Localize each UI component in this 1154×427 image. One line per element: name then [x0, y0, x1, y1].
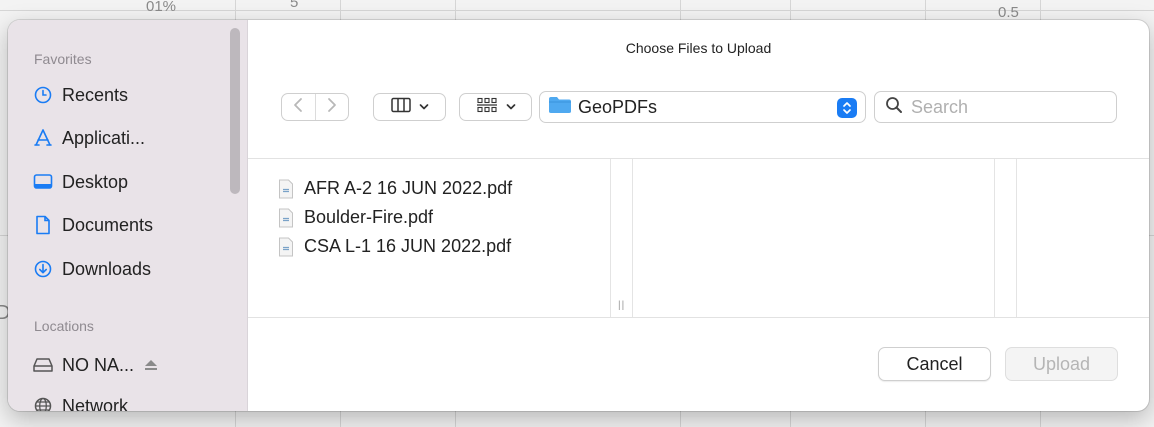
pdf-file-icon: [278, 179, 294, 199]
document-icon: [32, 214, 54, 236]
search-field[interactable]: [874, 91, 1117, 123]
column-divider[interactable]: [610, 159, 611, 317]
pdf-file-icon: [278, 208, 294, 228]
popup-stepper-icon: [837, 98, 857, 118]
sidebar-item-desktop[interactable]: Desktop: [32, 168, 128, 196]
grid-group-icon: [476, 97, 498, 118]
chevron-down-icon: [419, 98, 429, 116]
search-input[interactable]: [909, 95, 1103, 119]
sidebar-item-label: Documents: [62, 214, 154, 235]
file-browser: AFR A-2 16 JUN 2022.pdf Boulder-Fire.pdf…: [248, 158, 1149, 318]
file-item[interactable]: CSA L-1 16 JUN 2022.pdf: [278, 232, 512, 261]
cell-text: 5: [290, 0, 299, 11]
column-divider: [1016, 159, 1017, 317]
applications-icon: [32, 127, 54, 149]
column-view-icon: [390, 97, 411, 118]
sidebar-item-label: Network: [62, 395, 129, 412]
cell-text: 01%: [146, 0, 177, 15]
chevron-left-icon: [293, 97, 303, 118]
eject-icon[interactable]: [144, 359, 158, 371]
sidebar-item-label: Downloads: [62, 258, 152, 279]
chevron-right-icon: [327, 97, 337, 118]
clock-icon: [32, 84, 54, 106]
sidebar-item-label: Applicati...: [62, 127, 146, 148]
back-forward-group: [281, 93, 349, 121]
file-name: Boulder-Fire.pdf: [304, 207, 434, 227]
sidebar-item-downloads[interactable]: Downloads: [32, 255, 151, 283]
cancel-button[interactable]: Cancel: [878, 347, 991, 381]
view-mode-button[interactable]: [373, 93, 446, 121]
column-resize-handle[interactable]: ||: [618, 300, 625, 311]
current-folder-label: GeoPDFs: [578, 96, 658, 117]
desktop-icon: [32, 171, 54, 193]
sidebar-scrollbar[interactable]: [230, 28, 240, 194]
search-icon: [885, 96, 903, 119]
toolbar: GeoPDFs: [248, 90, 1149, 124]
drive-icon: [32, 354, 54, 376]
sidebar-item-network[interactable]: Network: [32, 392, 128, 411]
file-item[interactable]: Boulder-Fire.pdf: [278, 203, 512, 232]
sidebar-item-recents[interactable]: Recents: [32, 81, 128, 109]
favorites-heading: Favorites: [34, 51, 92, 67]
locations-heading: Locations: [34, 318, 94, 334]
sidebar-item-documents[interactable]: Documents: [32, 211, 153, 239]
main-pane: Choose Files to Upload GeoPDFs Search AF…: [248, 20, 1149, 411]
pdf-file-icon: [278, 237, 294, 257]
network-icon: [32, 395, 54, 411]
sidebar-item-drive[interactable]: NO NA...: [32, 351, 158, 379]
forward-button[interactable]: [316, 94, 349, 120]
file-item[interactable]: AFR A-2 16 JUN 2022.pdf: [278, 174, 512, 203]
file-name: AFR A-2 16 JUN 2022.pdf: [304, 178, 513, 198]
download-icon: [32, 258, 54, 280]
location-popup[interactable]: GeoPDFs: [539, 91, 866, 123]
sidebar-item-label: Desktop: [62, 171, 129, 192]
sidebar-item-applications[interactable]: Applicati...: [32, 124, 145, 152]
folder-icon: [548, 96, 572, 119]
upload-button[interactable]: Upload: [1005, 347, 1118, 381]
chevron-down-icon: [506, 98, 516, 116]
sidebar-item-label: NO NA...: [62, 354, 135, 375]
file-list: AFR A-2 16 JUN 2022.pdf Boulder-Fire.pdf…: [278, 174, 512, 261]
dialog-title: Choose Files to Upload: [625, 40, 772, 56]
column-divider: [994, 159, 995, 317]
column-divider: [632, 159, 633, 317]
sidebar: Favorites Recents Applicati... Desktop D…: [8, 20, 248, 411]
cell-text: 0.5: [998, 4, 1019, 21]
sidebar-item-label: Recents: [62, 84, 129, 105]
file-picker-dialog: Favorites Recents Applicati... Desktop D…: [8, 20, 1149, 411]
file-name: CSA L-1 16 JUN 2022.pdf: [304, 236, 512, 256]
group-by-button[interactable]: [459, 93, 532, 121]
back-button[interactable]: [282, 94, 316, 120]
